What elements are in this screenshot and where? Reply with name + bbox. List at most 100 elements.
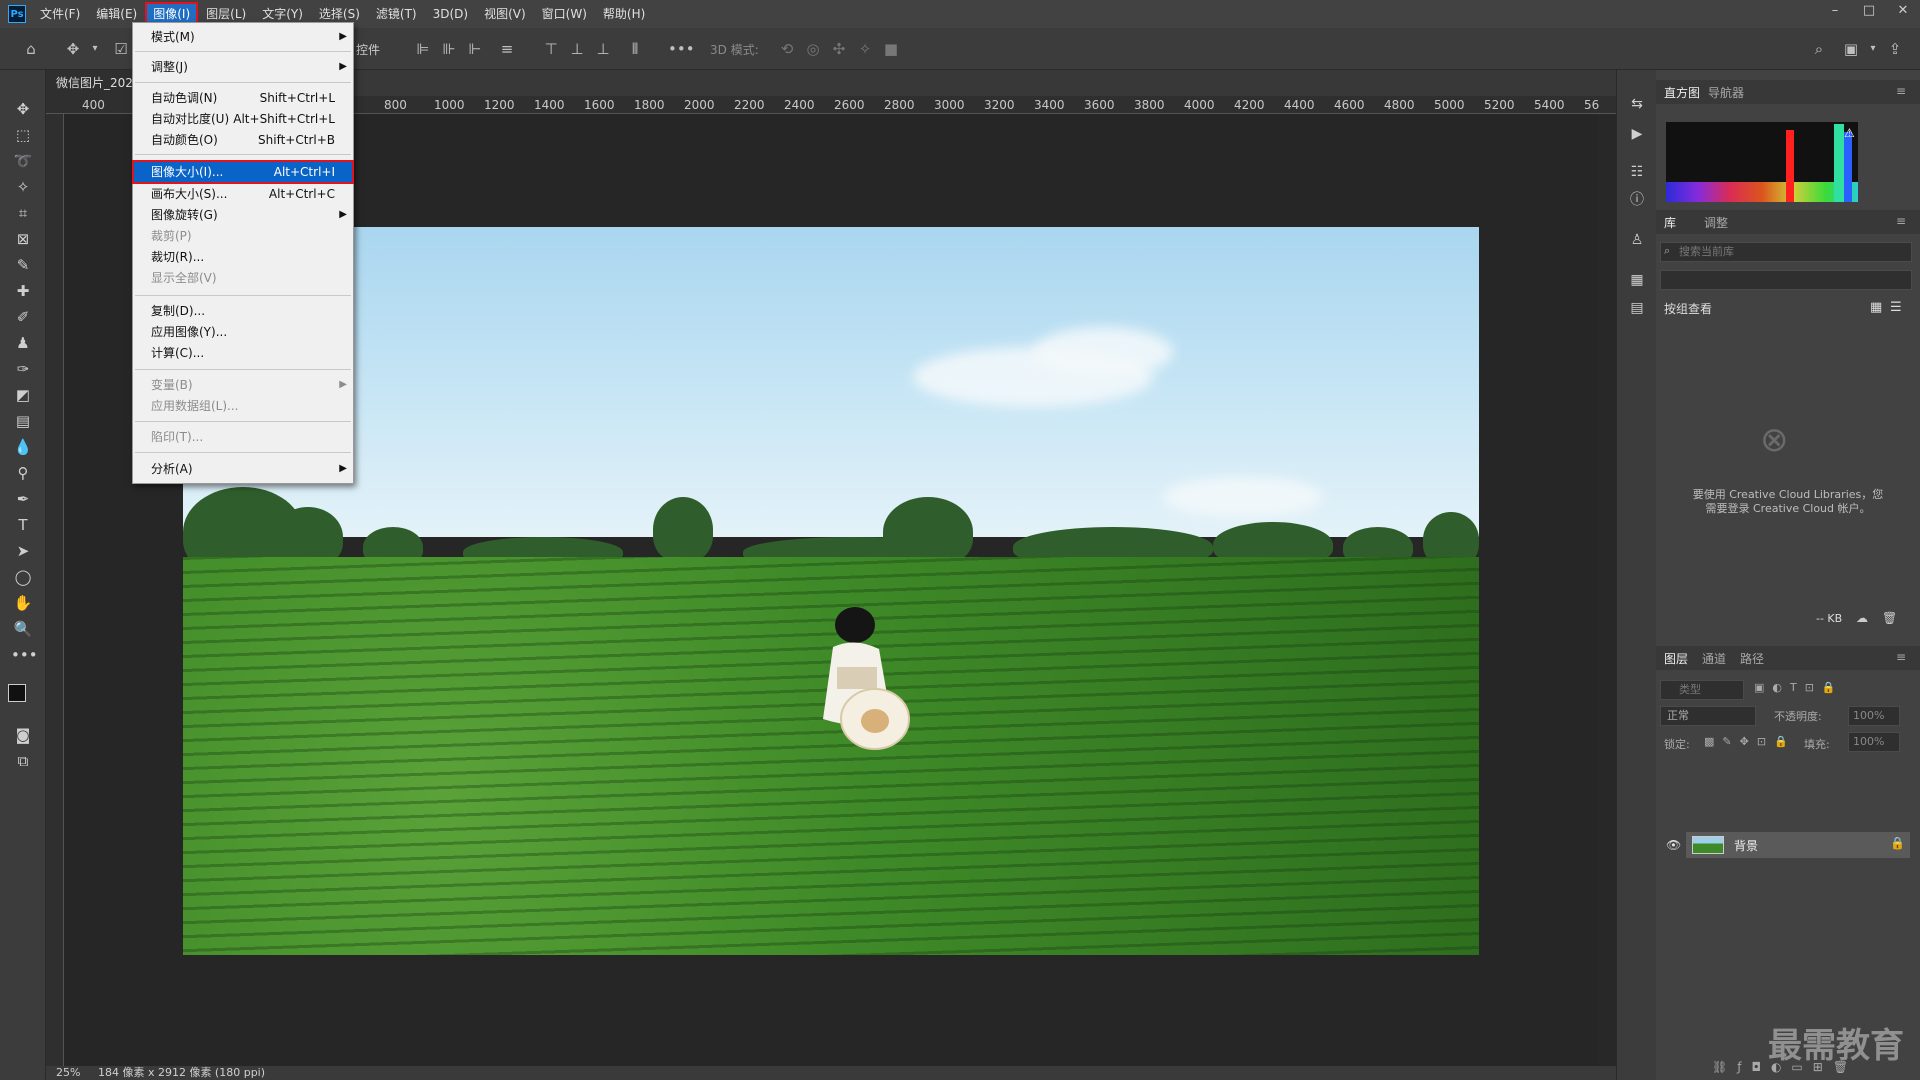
history-icon[interactable]: ⇆ bbox=[1627, 94, 1647, 114]
auto-select-checkbox[interactable]: ☑ bbox=[110, 38, 132, 60]
blur-tool-icon[interactable]: 💧 bbox=[11, 436, 35, 458]
blend-mode-select[interactable]: 正常 bbox=[1660, 706, 1756, 726]
library-select[interactable] bbox=[1660, 270, 1912, 290]
opacity-input[interactable]: 100% bbox=[1848, 706, 1900, 726]
minimize-icon[interactable]: – bbox=[1818, 0, 1852, 24]
menu-item-adjustments[interactable]: 调整(J) ▶ bbox=[133, 57, 353, 77]
menu-item-duplicate[interactable]: 复制(D)... bbox=[133, 301, 353, 321]
frame-tool-icon[interactable]: ⊠ bbox=[11, 228, 35, 250]
library-search-input[interactable]: 搜索当前库 bbox=[1660, 242, 1912, 262]
history-brush-icon[interactable]: ✑ bbox=[11, 358, 35, 380]
3d-camera-icon[interactable]: ■ bbox=[880, 38, 902, 60]
list-view-icon[interactable]: ☰ bbox=[1890, 300, 1902, 315]
shape-tool-icon[interactable]: ◯ bbox=[11, 566, 35, 588]
panel-menu-icon[interactable]: ≡ bbox=[1896, 214, 1906, 228]
foreground-color-swatch[interactable] bbox=[8, 684, 26, 702]
menu-item-calculations[interactable]: 计算(C)... bbox=[133, 343, 353, 363]
menu-image[interactable]: 图像(I) bbox=[145, 2, 199, 26]
quick-mask-icon[interactable]: ◙ bbox=[11, 724, 35, 746]
share-icon[interactable]: ⇪ bbox=[1884, 38, 1906, 60]
tab-navigator[interactable]: 导航器 bbox=[1708, 84, 1744, 101]
brush-settings-icon[interactable]: ♙ bbox=[1627, 230, 1647, 250]
type-tool-icon[interactable]: T bbox=[11, 514, 35, 536]
visibility-eye-icon[interactable]: 👁 bbox=[1666, 838, 1681, 852]
actions-play-icon[interactable]: ▶ bbox=[1627, 124, 1647, 144]
panel-menu-icon[interactable]: ≡ bbox=[1896, 650, 1906, 664]
dodge-tool-icon[interactable]: ⚲ bbox=[11, 462, 35, 484]
tab-adjustments[interactable]: 调整 bbox=[1704, 214, 1728, 231]
tab-channels[interactable]: 通道 bbox=[1702, 650, 1726, 667]
menu-view[interactable]: 视图(V) bbox=[478, 4, 532, 24]
magic-wand-icon[interactable]: ✧ bbox=[11, 176, 35, 198]
menu-layer[interactable]: 图层(L) bbox=[200, 4, 252, 24]
tab-layers[interactable]: 图层 bbox=[1664, 650, 1688, 667]
gradient-tool-icon[interactable]: ▤ bbox=[11, 410, 35, 432]
3d-orbit-icon[interactable]: ⟲ bbox=[776, 38, 798, 60]
menu-item-image-rotation[interactable]: 图像旋转(G) ▶ bbox=[133, 205, 353, 225]
menu-help[interactable]: 帮助(H) bbox=[597, 4, 651, 24]
menu-edit[interactable]: 编辑(E) bbox=[90, 4, 143, 24]
distribute-icon[interactable]: ≡ bbox=[496, 38, 518, 60]
crop-tool-icon[interactable]: ⌗ bbox=[11, 202, 35, 224]
close-icon[interactable]: ✕ bbox=[1886, 0, 1920, 24]
3d-drag-icon[interactable]: ✣ bbox=[828, 38, 850, 60]
align-right-icon[interactable]: ⊩ bbox=[464, 38, 486, 60]
clone-source-icon[interactable]: ▦ bbox=[1627, 270, 1647, 290]
move-tool-icon[interactable]: ✥ bbox=[62, 38, 84, 60]
chevron-down-icon[interactable]: ▾ bbox=[1862, 38, 1884, 60]
align-top-icon[interactable]: ⊤ bbox=[540, 38, 562, 60]
layer-kind-filter[interactable]: 类型 bbox=[1660, 680, 1744, 700]
lock-icons[interactable]: ▩✎✥⊡🔒 bbox=[1704, 735, 1796, 748]
menu-item-canvas-size[interactable]: 画布大小(S)... Alt+Ctrl+C bbox=[133, 184, 353, 204]
pen-tool-icon[interactable]: ✒ bbox=[11, 488, 35, 510]
more-tools-icon[interactable]: ••• bbox=[11, 644, 38, 666]
tab-histogram[interactable]: 直方图 bbox=[1664, 84, 1700, 101]
align-center-icon[interactable]: ⊪ bbox=[438, 38, 460, 60]
warning-icon[interactable]: ⚠ bbox=[1844, 126, 1855, 140]
menu-item-trim[interactable]: 裁切(R)... bbox=[133, 247, 353, 267]
eyedropper-icon[interactable]: ✎ bbox=[11, 254, 35, 276]
align-left-icon[interactable]: ⊫ bbox=[412, 38, 434, 60]
view-by-group[interactable]: 按组查看 bbox=[1664, 300, 1712, 317]
lock-icon[interactable]: 🔒 bbox=[1890, 836, 1905, 850]
grid-view-icon[interactable]: ▦ bbox=[1870, 300, 1882, 315]
path-select-icon[interactable]: ➤ bbox=[11, 540, 35, 562]
document-image[interactable] bbox=[183, 227, 1479, 955]
healing-brush-icon[interactable]: ✚ bbox=[11, 280, 35, 302]
menu-3d[interactable]: 3D(D) bbox=[427, 4, 474, 24]
info-icon[interactable]: ⓘ bbox=[1627, 190, 1647, 210]
hand-tool-icon[interactable]: ✋ bbox=[11, 592, 35, 614]
menu-item-auto-color[interactable]: 自动颜色(O) Shift+Ctrl+B bbox=[133, 130, 353, 150]
menu-item-image-size[interactable]: 图像大小(I)... Alt+Ctrl+I bbox=[132, 160, 354, 184]
menu-filter[interactable]: 滤镜(T) bbox=[370, 4, 423, 24]
menu-select[interactable]: 选择(S) bbox=[313, 4, 366, 24]
3d-slide-icon[interactable]: ✧ bbox=[854, 38, 876, 60]
document-tab[interactable]: 微信图片_202 bbox=[46, 70, 143, 96]
align-middle-icon[interactable]: ⊥ bbox=[566, 38, 588, 60]
search-icon[interactable]: ⌕ bbox=[1808, 38, 1830, 60]
fill-input[interactable]: 100% bbox=[1848, 732, 1900, 752]
move-tool-icon[interactable]: ✥ bbox=[11, 98, 35, 120]
zoom-level[interactable]: 25% bbox=[56, 1066, 80, 1079]
cloud-sync-icon[interactable]: ☁ bbox=[1856, 611, 1868, 625]
eraser-tool-icon[interactable]: ◩ bbox=[11, 384, 35, 406]
menu-window[interactable]: 窗口(W) bbox=[536, 4, 593, 24]
3d-roll-icon[interactable]: ◎ bbox=[802, 38, 824, 60]
menu-item-mode[interactable]: 模式(M) ▶ bbox=[133, 27, 353, 47]
menu-item-auto-contrast[interactable]: 自动对比度(U) Alt+Shift+Ctrl+L bbox=[133, 109, 353, 129]
properties-icon[interactable]: ☷ bbox=[1627, 162, 1647, 182]
maximize-icon[interactable]: □ bbox=[1852, 0, 1886, 24]
distribute-vertical-icon[interactable]: ⦀ bbox=[624, 38, 646, 60]
marquee-tool-icon[interactable]: ⬚ bbox=[11, 124, 35, 146]
zoom-tool-icon[interactable]: 🔍 bbox=[11, 618, 35, 640]
home-icon[interactable]: ⌂ bbox=[20, 38, 42, 60]
trash-icon[interactable]: 🗑 bbox=[1882, 611, 1897, 625]
menu-item-auto-tone[interactable]: 自动色调(N) Shift+Ctrl+L bbox=[133, 88, 353, 108]
lasso-tool-icon[interactable]: ➰ bbox=[11, 150, 35, 172]
tab-libraries[interactable]: 库 bbox=[1664, 214, 1676, 231]
brush-tool-icon[interactable]: ✐ bbox=[11, 306, 35, 328]
menu-type[interactable]: 文字(Y) bbox=[256, 4, 309, 24]
chevron-down-icon[interactable]: ▾ bbox=[84, 38, 106, 60]
menu-item-analysis[interactable]: 分析(A) ▶ bbox=[133, 459, 353, 479]
workspace-icon[interactable]: ▣ bbox=[1840, 38, 1862, 60]
